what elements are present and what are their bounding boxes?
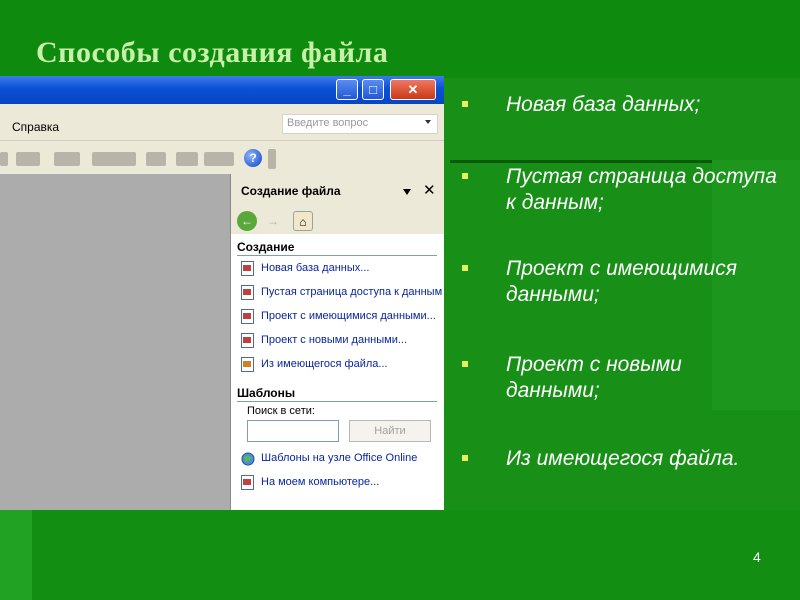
task-pane-nav: ← → ⌂ <box>231 208 444 234</box>
link-from-existing-file[interactable]: Из имеющегося файла... <box>241 356 443 374</box>
find-button[interactable]: Найти <box>349 420 431 442</box>
bullet-text: Из имеющегося файла. <box>506 447 740 470</box>
toolbar-options-icon[interactable] <box>268 149 276 169</box>
ask-question-placeholder: Введите вопрос <box>287 117 369 129</box>
link-label: Проект с имеющимися данными... <box>261 310 436 322</box>
existing-file-icon <box>241 357 255 372</box>
bullet-text: Проект с новыми данными; <box>506 353 682 402</box>
back-arrow-icon[interactable]: ← <box>237 211 257 231</box>
globe-icon <box>241 451 255 466</box>
bullet-marker <box>462 455 468 461</box>
bullet-marker <box>462 101 468 107</box>
home-icon[interactable]: ⌂ <box>293 211 313 231</box>
section-heading-templates: Шаблоны <box>237 386 296 400</box>
bullet-marker <box>462 265 468 271</box>
search-input[interactable] <box>247 420 339 442</box>
background-stripe-left <box>0 510 32 600</box>
help-icon[interactable]: ? <box>244 149 262 167</box>
link-label: Шаблоны на узле Office Online <box>261 452 418 464</box>
forward-arrow-icon[interactable]: → <box>263 211 283 231</box>
menu-bar: Справка Введите вопрос <box>0 104 444 140</box>
toolbar-icon[interactable] <box>54 152 80 166</box>
section-heading-create: Создание <box>237 240 295 254</box>
task-pane-title: Создание файла <box>241 184 341 198</box>
bullet-item: Из имеющегося файла. <box>458 446 778 472</box>
page-number: 4 <box>753 549 761 565</box>
section-divider <box>237 255 437 256</box>
document-area <box>0 174 230 510</box>
chevron-down-icon[interactable] <box>425 120 431 124</box>
bullet-marker <box>462 361 468 367</box>
link-label: Проект с новыми данными... <box>261 334 408 346</box>
bullet-item: Проект с новыми данными; <box>458 352 778 404</box>
search-label: Поиск в сети: <box>247 405 315 417</box>
link-label: На моем компьютере... <box>261 476 380 488</box>
task-pane: Создание файла ✕ ← → ⌂ Создание Новая ба… <box>230 174 444 510</box>
bullet-marker <box>462 173 468 179</box>
link-project-new-data[interactable]: Проект с новыми данными... <box>241 332 443 350</box>
bullet-list: Новая база данных; Пустая страница досту… <box>458 92 778 472</box>
app-window-screenshot: _ □ ✕ Справка Введите вопрос ? Создание … <box>0 76 444 510</box>
bullet-text: Проект с имеющимися данными; <box>506 257 737 306</box>
task-pane-header: Создание файла ✕ <box>231 174 444 208</box>
bullet-text: Пустая страница доступа к данным; <box>506 165 777 214</box>
ask-question-input[interactable]: Введите вопрос <box>282 114 438 134</box>
chevron-down-icon[interactable] <box>403 189 411 195</box>
toolbar-icon[interactable] <box>0 152 8 166</box>
toolbar-icon[interactable] <box>204 152 234 166</box>
toolbar-icon[interactable] <box>92 152 136 166</box>
bullet-item: Пустая страница доступа к данным; <box>458 164 778 216</box>
link-project-existing-data[interactable]: Проект с имеющимися данными... <box>241 308 443 326</box>
bullet-item: Проект с имеющимися данными; <box>458 256 778 308</box>
link-blank-data-access-page[interactable]: Пустая страница доступа к данным <box>241 284 443 302</box>
templates-icon <box>241 475 255 490</box>
project-new-icon <box>241 333 255 348</box>
link-on-my-computer[interactable]: На моем компьютере... <box>241 474 443 492</box>
toolbar-icon[interactable] <box>16 152 40 166</box>
link-new-database[interactable]: Новая база данных... <box>241 260 443 278</box>
close-button[interactable]: ✕ <box>390 79 436 100</box>
bullet-text: Новая база данных; <box>506 93 701 116</box>
toolbar-icon[interactable] <box>176 152 198 166</box>
toolbar: ? <box>0 140 444 175</box>
toolbar-icon[interactable] <box>146 152 166 166</box>
background-band-bottom <box>0 510 800 600</box>
maximize-button[interactable]: □ <box>362 79 384 100</box>
data-access-page-icon <box>241 285 255 300</box>
link-templates-office-online[interactable]: Шаблоны на узле Office Online <box>241 450 443 468</box>
window-titlebar: _ □ ✕ <box>0 76 444 104</box>
close-icon[interactable]: ✕ <box>423 181 436 199</box>
section-divider <box>237 401 437 402</box>
menu-item-help[interactable]: Справка <box>12 120 59 134</box>
link-label: Из имеющегося файла... <box>261 358 388 370</box>
new-database-icon <box>241 261 255 276</box>
link-label: Новая база данных... <box>261 262 370 274</box>
bullet-item: Новая база данных; <box>458 92 778 118</box>
link-label: Пустая страница доступа к данным <box>261 286 443 298</box>
slide-title: Способы создания файла <box>36 36 389 69</box>
project-existing-icon <box>241 309 255 324</box>
minimize-button[interactable]: _ <box>336 79 358 100</box>
